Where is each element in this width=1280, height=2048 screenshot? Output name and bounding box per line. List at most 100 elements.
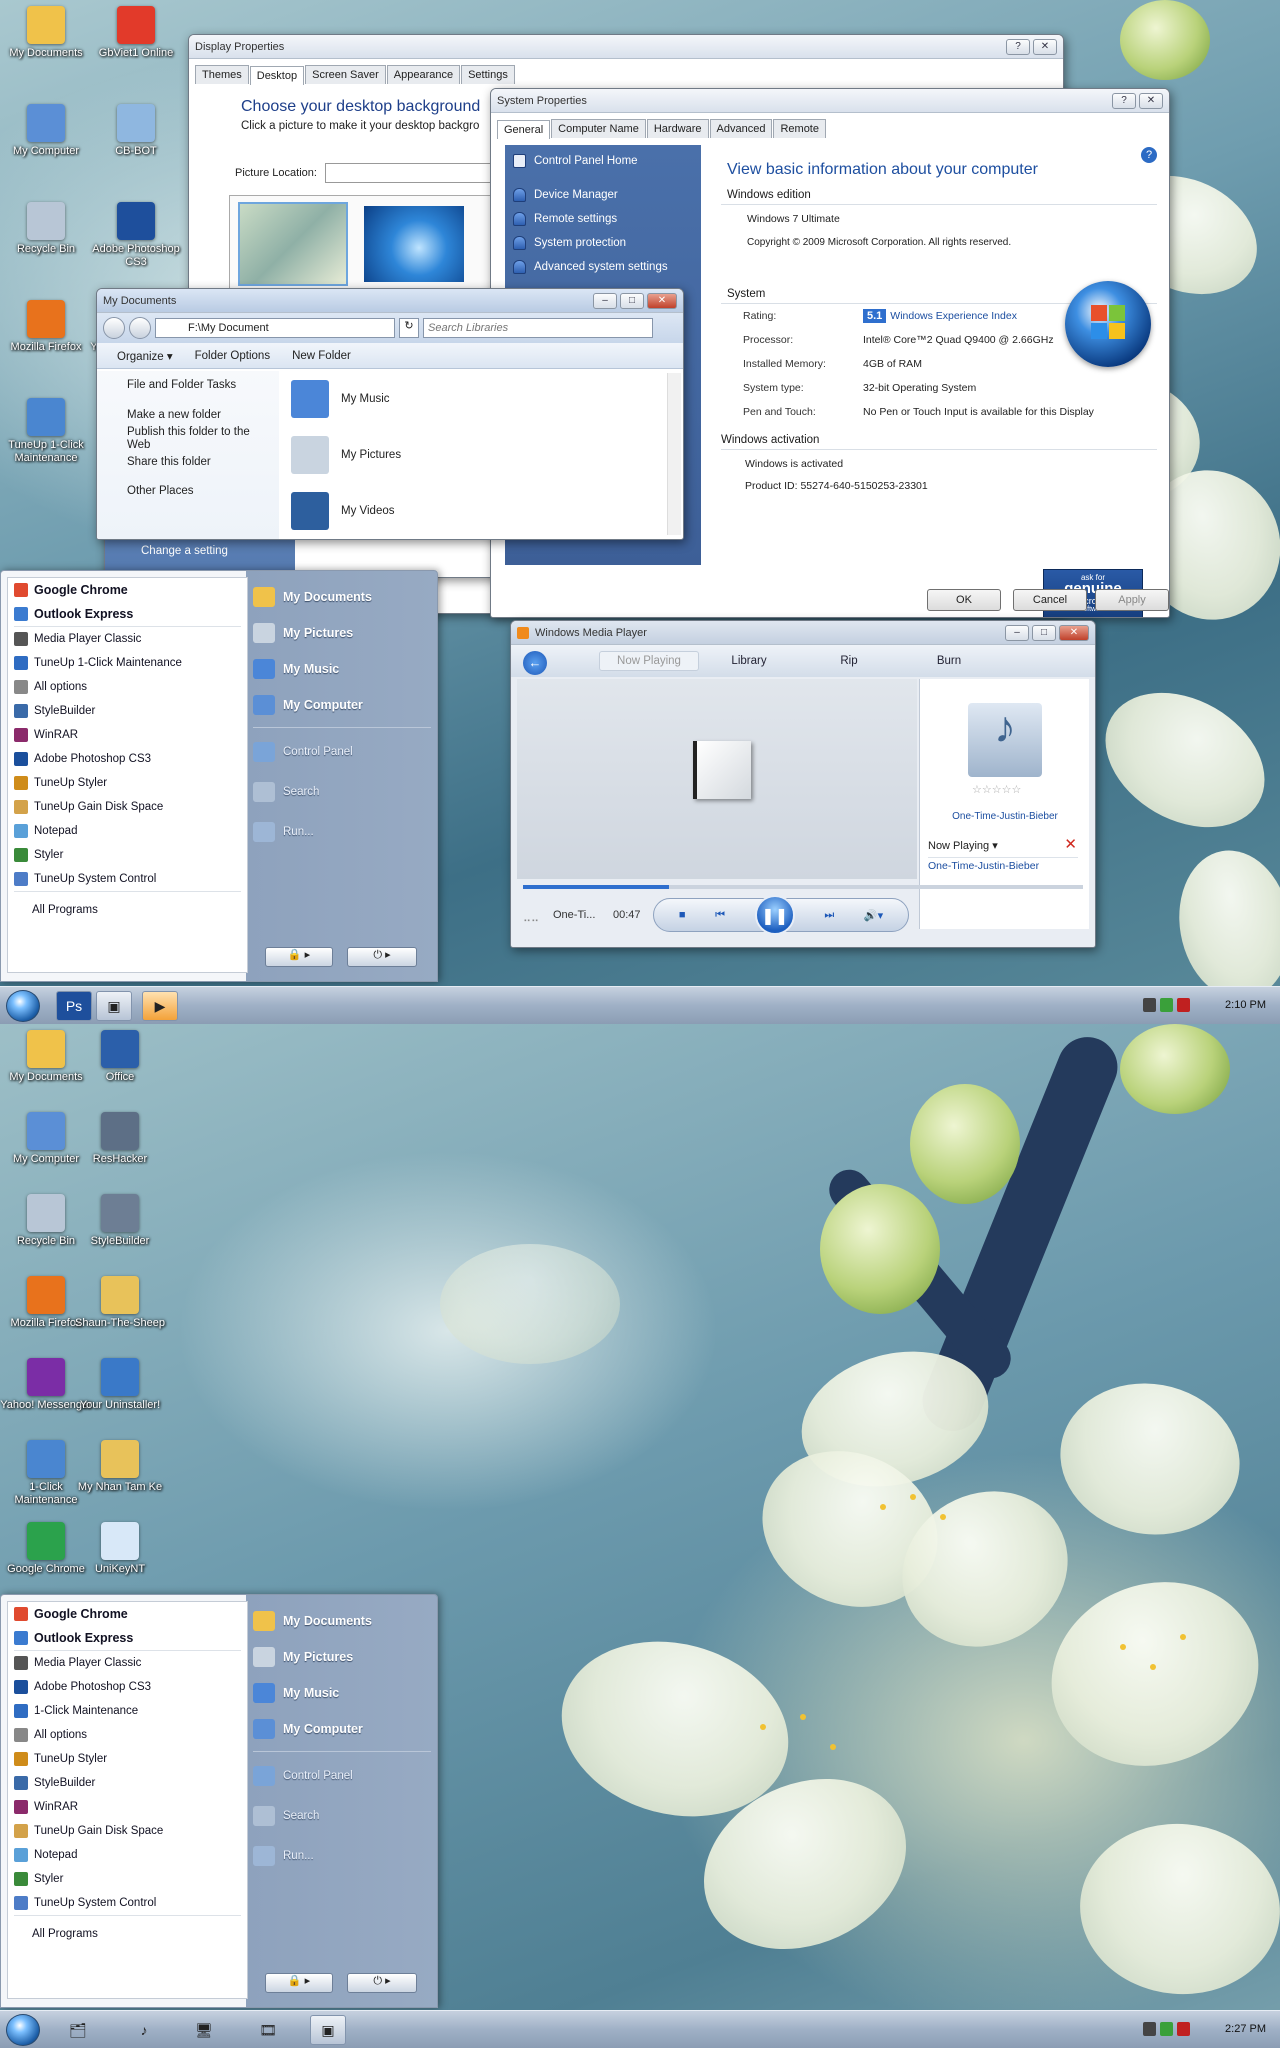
start-program-item[interactable]: TuneUp Gain Disk Space bbox=[8, 1819, 247, 1843]
desktop-icon[interactable]: Your Uninstaller! bbox=[74, 1358, 166, 1412]
seek-bar[interactable] bbox=[523, 885, 1083, 889]
control-panel-home-link[interactable]: Control Panel Home bbox=[505, 149, 701, 173]
all-programs-button[interactable]: All Programs bbox=[8, 898, 247, 922]
desktop-icon[interactable]: CB-BOT bbox=[90, 104, 182, 158]
minimize-button[interactable]: – bbox=[593, 292, 617, 309]
close-button[interactable]: ✕ bbox=[1059, 624, 1089, 641]
start-program-item[interactable]: TuneUp System Control bbox=[8, 1891, 247, 1915]
tab-computer-name[interactable]: Computer Name bbox=[551, 119, 646, 138]
tab-advanced[interactable]: Advanced bbox=[709, 119, 773, 138]
folder-item[interactable]: My Music bbox=[283, 371, 663, 427]
desktop-icon[interactable]: Shaun-The-Sheep bbox=[74, 1276, 166, 1330]
stop-button[interactable]: ■ bbox=[679, 909, 686, 921]
next-button[interactable]: ⏭ bbox=[824, 909, 834, 922]
previous-button[interactable]: ⏮ bbox=[715, 909, 725, 922]
start-program-item[interactable]: Notepad bbox=[8, 819, 247, 843]
start-program-item[interactable]: TuneUp Styler bbox=[8, 771, 247, 795]
start-place-item[interactable]: Search bbox=[253, 772, 431, 812]
start-program-item[interactable]: Outlook Express bbox=[8, 602, 247, 626]
start-program-item[interactable]: Notepad bbox=[8, 1843, 247, 1867]
computer-task-icon[interactable]: 🖥 bbox=[186, 2015, 222, 2045]
start-place-item[interactable]: My Documents bbox=[253, 1603, 431, 1639]
start-program-item[interactable]: Adobe Photoshop CS3 bbox=[8, 1675, 247, 1699]
desktop-icon[interactable]: StyleBuilder bbox=[74, 1194, 166, 1248]
start-place-item[interactable]: My Computer bbox=[253, 1711, 431, 1747]
wmp-tab-rip[interactable]: Rip bbox=[799, 655, 899, 667]
wmp-tab-now-playing[interactable]: Now Playing bbox=[599, 651, 699, 671]
volume-icon[interactable]: 🔊▾ bbox=[864, 909, 883, 922]
start-program-item[interactable]: StyleBuilder bbox=[8, 699, 247, 723]
shield-icon[interactable] bbox=[1160, 998, 1173, 1012]
toolbar-button[interactable]: Organize ▾ bbox=[117, 349, 173, 363]
start-orb-icon[interactable] bbox=[6, 990, 40, 1022]
antivirus-icon[interactable] bbox=[1177, 998, 1190, 1012]
other-places-header[interactable]: Other Places bbox=[97, 473, 279, 497]
start-program-item[interactable]: Outlook Express bbox=[8, 1626, 247, 1650]
start-place-item[interactable]: My Pictures bbox=[253, 615, 431, 651]
pause-button[interactable]: ❚❚ bbox=[754, 895, 795, 935]
close-button[interactable]: ✕ bbox=[1139, 92, 1163, 109]
desktop-icon[interactable]: UniKeyNT bbox=[74, 1522, 166, 1576]
desktop-icon[interactable]: My Documents bbox=[0, 6, 92, 60]
task-link[interactable]: System protection bbox=[505, 231, 701, 255]
tab-themes[interactable]: Themes bbox=[195, 65, 249, 84]
help-button[interactable]: ? bbox=[1112, 92, 1136, 109]
forward-button[interactable] bbox=[129, 317, 151, 339]
back-button[interactable] bbox=[103, 317, 125, 339]
tab-general[interactable]: General bbox=[497, 120, 551, 139]
my-documents-task-icon[interactable]: 🗂 bbox=[60, 2015, 96, 2045]
wmp-tab-burn[interactable]: Burn bbox=[899, 655, 999, 667]
clear-list-icon[interactable]: ✕ bbox=[1064, 835, 1077, 853]
start-program-item[interactable]: TuneUp Styler bbox=[8, 1747, 247, 1771]
shield-icon[interactable] bbox=[1160, 2022, 1173, 2036]
ok-button[interactable]: OK bbox=[927, 589, 1001, 611]
task-link[interactable]: Make a new folder bbox=[127, 409, 267, 422]
desktop-icon[interactable]: Mozilla Firefox bbox=[0, 300, 92, 354]
refresh-icon[interactable]: ↻ bbox=[399, 318, 419, 338]
start-program-item[interactable]: Media Player Classic bbox=[8, 627, 247, 651]
start-place-item[interactable]: My Pictures bbox=[253, 1639, 431, 1675]
all-programs-button[interactable]: All Programs bbox=[8, 1922, 247, 1946]
desktop-icon[interactable]: Recycle Bin bbox=[0, 202, 92, 256]
scrollbar[interactable] bbox=[667, 373, 681, 535]
desktop-icon[interactable]: TuneUp 1-Click Maintenance bbox=[0, 398, 92, 465]
playlist-item[interactable]: One-Time-Justin-Bieber bbox=[928, 857, 1078, 872]
lock-button[interactable]: 🔒 ▸ bbox=[265, 947, 333, 967]
music-task-icon[interactable]: ♪ bbox=[126, 2015, 162, 2045]
task-link[interactable]: Publish this folder to the Web bbox=[127, 426, 267, 452]
help-icon[interactable]: ? bbox=[1141, 147, 1157, 163]
network-icon[interactable] bbox=[1143, 998, 1156, 1012]
cancel-button[interactable]: Cancel bbox=[1013, 589, 1087, 611]
toolbar-button[interactable]: Folder Options bbox=[195, 350, 270, 362]
start-place-item[interactable]: My Music bbox=[253, 1675, 431, 1711]
start-program-item[interactable]: StyleBuilder bbox=[8, 1771, 247, 1795]
start-program-item[interactable]: Styler bbox=[8, 1867, 247, 1891]
tab-hardware[interactable]: Hardware bbox=[646, 119, 709, 138]
explorer-task-icon[interactable]: ▣ bbox=[96, 991, 132, 1021]
start-place-item[interactable]: Control Panel bbox=[253, 732, 431, 772]
apply-button[interactable]: Apply bbox=[1095, 589, 1169, 611]
close-button[interactable]: ✕ bbox=[1033, 38, 1057, 55]
rating-stars[interactable]: ☆☆☆☆☆ bbox=[972, 783, 1021, 796]
minimize-button[interactable]: – bbox=[1005, 624, 1029, 641]
start-place-item[interactable]: Run... bbox=[253, 1836, 431, 1876]
task-link[interactable]: Advanced system settings bbox=[505, 255, 701, 279]
desktop-icon[interactable]: ResHacker bbox=[74, 1112, 166, 1166]
explorer-window[interactable]: My Documents – □ ✕ F:\My Document ↻ Orga… bbox=[96, 288, 684, 540]
search-input[interactable] bbox=[423, 318, 653, 338]
desktop-icon[interactable]: My Computer bbox=[0, 104, 92, 158]
start-program-item[interactable]: TuneUp System Control bbox=[8, 867, 247, 891]
network-icon[interactable] bbox=[1143, 2022, 1156, 2036]
start-place-item[interactable]: Control Panel bbox=[253, 1756, 431, 1796]
start-program-item[interactable]: TuneUp Gain Disk Space bbox=[8, 795, 247, 819]
start-place-item[interactable]: My Music bbox=[253, 651, 431, 687]
lock-button[interactable]: 🔒 ▸ bbox=[265, 1973, 333, 1993]
media-player-window[interactable]: Windows Media Player – □ ✕ Now Playing Li… bbox=[510, 620, 1096, 948]
start-program-item[interactable]: WinRAR bbox=[8, 723, 247, 747]
clock[interactable]: 2:10 PM bbox=[1225, 999, 1266, 1011]
wallpaper-thumbnail-flowers[interactable] bbox=[238, 202, 348, 286]
start-program-item[interactable]: Google Chrome bbox=[8, 578, 247, 602]
maximize-button[interactable]: □ bbox=[620, 292, 644, 309]
change-setting-link[interactable]: Change a setting bbox=[141, 545, 228, 557]
address-bar[interactable]: F:\My Document bbox=[155, 318, 395, 338]
